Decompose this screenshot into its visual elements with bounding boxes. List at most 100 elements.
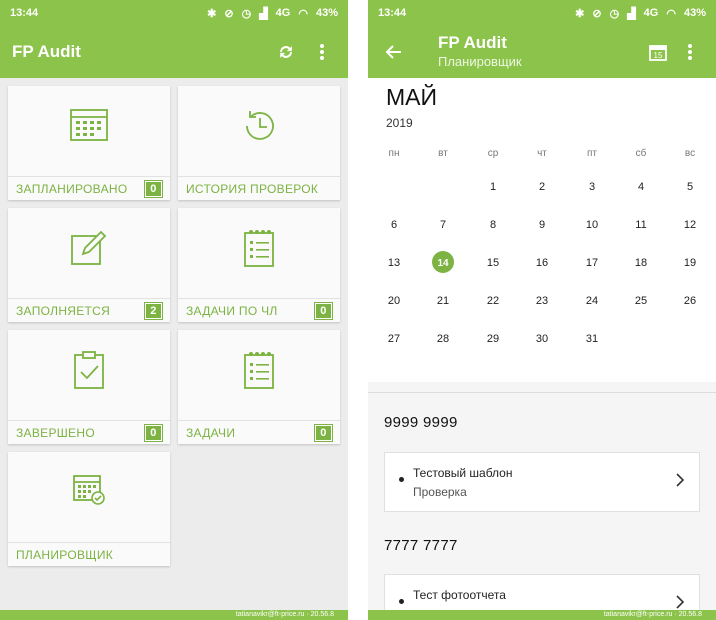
calendar-day[interactable]: 15 bbox=[478, 251, 508, 275]
calendar-day[interactable]: 3 bbox=[577, 175, 607, 199]
item-title: Тестовый шаблон bbox=[413, 466, 513, 480]
tile-history[interactable]: ИСТОРИЯ ПРОВЕРОК bbox=[178, 86, 340, 200]
calendar-day[interactable]: 24 bbox=[577, 289, 607, 313]
count-badge: 0 bbox=[314, 301, 333, 320]
battery-label: 43% bbox=[683, 7, 706, 19]
calendar-day[interactable]: 31 bbox=[577, 327, 607, 351]
calendar-day-today[interactable]: 14 bbox=[428, 251, 458, 275]
tile-in-progress[interactable]: ЗАПОЛНЯЕТСЯ 2 bbox=[8, 208, 170, 322]
calendar-day[interactable]: 28 bbox=[428, 327, 458, 351]
calendar-day[interactable]: 27 bbox=[379, 327, 409, 351]
day-number: 14 bbox=[437, 258, 449, 269]
edit-icon bbox=[8, 228, 170, 268]
calendar-day[interactable]: 8 bbox=[478, 213, 508, 237]
tile-completed[interactable]: ЗАВЕРШЕНО 0 bbox=[8, 330, 170, 444]
calendar-day[interactable]: 22 bbox=[478, 289, 508, 313]
item-subtitle: Проверка bbox=[413, 485, 467, 499]
calendar-day[interactable]: 29 bbox=[478, 327, 508, 351]
calendar-day[interactable]: 4 bbox=[626, 175, 656, 199]
status-time: 13:44 bbox=[10, 7, 39, 19]
alarm-icon: ◷ bbox=[241, 7, 252, 20]
screen-subtitle: Планировщик bbox=[438, 54, 522, 69]
dashboard-screen: 13:44 ✱ ⊘ ◷ ▟ 4G ◠ 43% FP Audit ЗАПЛАНИР… bbox=[0, 0, 348, 620]
calendar-day[interactable]: 9 bbox=[527, 213, 557, 237]
clipboard-check-icon bbox=[8, 350, 170, 390]
bluetooth-icon: ✱ bbox=[575, 7, 585, 20]
bullet-icon bbox=[399, 599, 404, 604]
calendar-day[interactable]: 21 bbox=[428, 289, 458, 313]
calendar-day[interactable]: 19 bbox=[675, 251, 705, 275]
calendar-day[interactable]: 10 bbox=[577, 213, 607, 237]
wifi-icon: ◠ bbox=[666, 7, 676, 20]
tile-label: ЗАПЛАНИРОВАНО bbox=[16, 181, 128, 196]
mute-icon: ⊘ bbox=[224, 7, 234, 20]
tile-label: ПЛАНИРОВЩИК bbox=[16, 547, 114, 562]
app-title: FP Audit bbox=[438, 33, 507, 52]
chevron-right-icon bbox=[675, 473, 685, 492]
network-label: 4G bbox=[643, 7, 659, 19]
calendar-icon bbox=[8, 106, 170, 142]
status-bar: 13:44 ✱ ⊘ ◷ ▟ 4G ◠ 43% bbox=[368, 0, 716, 26]
section-header: 7777 7777 bbox=[384, 537, 458, 554]
sync-icon[interactable] bbox=[272, 38, 300, 66]
tile-label: ЗАПОЛНЯЕТСЯ bbox=[16, 303, 111, 318]
status-time: 13:44 bbox=[378, 7, 407, 19]
signal-icon: ▟ bbox=[627, 7, 636, 20]
item-title: Тест фотоотчета bbox=[413, 588, 506, 602]
weekday-label: пт bbox=[587, 148, 597, 159]
mute-icon: ⊘ bbox=[592, 7, 602, 20]
count-badge: 0 bbox=[144, 179, 163, 198]
divider bbox=[368, 392, 716, 393]
calendar-day[interactable]: 30 bbox=[527, 327, 557, 351]
calendar-day[interactable]: 5 bbox=[675, 175, 705, 199]
checklist-icon bbox=[178, 350, 340, 390]
tile-tasks[interactable]: ЗАДАЧИ 0 bbox=[178, 330, 340, 444]
calendar-day[interactable]: 16 bbox=[527, 251, 557, 275]
app-title: FP Audit bbox=[12, 42, 81, 61]
status-bar: 13:44 ✱ ⊘ ◷ ▟ 4G ◠ 43% bbox=[0, 0, 348, 26]
calendar-day[interactable]: 17 bbox=[577, 251, 607, 275]
alarm-icon: ◷ bbox=[609, 7, 620, 20]
today-calendar-icon[interactable]: 15 bbox=[644, 38, 672, 66]
calendar-day[interactable]: 12 bbox=[675, 213, 705, 237]
calendar-day[interactable]: 7 bbox=[428, 213, 458, 237]
calendar-day[interactable]: 13 bbox=[379, 251, 409, 275]
tile-planner[interactable]: ПЛАНИРОВЩИК bbox=[8, 452, 170, 566]
calendar-day[interactable]: 11 bbox=[626, 213, 656, 237]
tile-checklist-tasks[interactable]: ЗАДАЧИ ПО ЧЛ 0 bbox=[178, 208, 340, 322]
tile-label: ЗАДАЧИ ПО ЧЛ bbox=[186, 303, 278, 318]
calendar-day[interactable]: 2 bbox=[527, 175, 557, 199]
count-badge: 0 bbox=[314, 423, 333, 442]
app-bar: FP Audit Планировщик 15 bbox=[368, 26, 716, 78]
calendar-day[interactable]: 1 bbox=[478, 175, 508, 199]
section-header: 9999 9999 bbox=[384, 414, 458, 431]
calendar-day[interactable]: 20 bbox=[379, 289, 409, 313]
weekday-label: сб bbox=[635, 148, 647, 159]
calendar-year: 2019 bbox=[386, 116, 413, 130]
status-icons: ✱ ⊘ ◷ ▟ 4G ◠ 43% bbox=[207, 7, 338, 20]
calendar-day[interactable]: 18 bbox=[626, 251, 656, 275]
planner-screen: 13:44 ✱ ⊘ ◷ ▟ 4G ◠ 43% FP Audit Планиров… bbox=[368, 0, 716, 620]
tile-planned[interactable]: ЗАПЛАНИРОВАНО 0 bbox=[8, 86, 170, 200]
bullet-icon bbox=[399, 477, 404, 482]
back-arrow-icon[interactable] bbox=[380, 38, 408, 66]
weekday-label: чт bbox=[537, 148, 547, 159]
network-label: 4G bbox=[275, 7, 291, 19]
calendar-day[interactable]: 23 bbox=[527, 289, 557, 313]
calendar-day[interactable]: 25 bbox=[626, 289, 656, 313]
more-menu-icon[interactable] bbox=[308, 38, 336, 66]
history-icon bbox=[178, 106, 340, 146]
svg-text:15: 15 bbox=[654, 51, 663, 60]
weekday-label: вт bbox=[438, 148, 448, 159]
checklist-icon bbox=[178, 228, 340, 268]
count-badge: 2 bbox=[144, 301, 163, 320]
tile-label: ЗАВЕРШЕНО bbox=[16, 425, 95, 440]
more-menu-icon[interactable] bbox=[676, 38, 704, 66]
calendar-day[interactable]: 6 bbox=[379, 213, 409, 237]
calendar-day[interactable]: 26 bbox=[675, 289, 705, 313]
list-item[interactable]: Тестовый шаблон Проверка bbox=[384, 452, 700, 512]
wifi-icon: ◠ bbox=[298, 7, 308, 20]
month-calendar: МАЙ 2019 пн вт ср чт пт сб вс 1 2 3 4 5 6 7 8 9 10 11 12 13… bbox=[368, 78, 716, 382]
tile-label: ИСТОРИЯ ПРОВЕРОК bbox=[186, 181, 319, 196]
app-bar: FP Audit bbox=[0, 26, 348, 78]
